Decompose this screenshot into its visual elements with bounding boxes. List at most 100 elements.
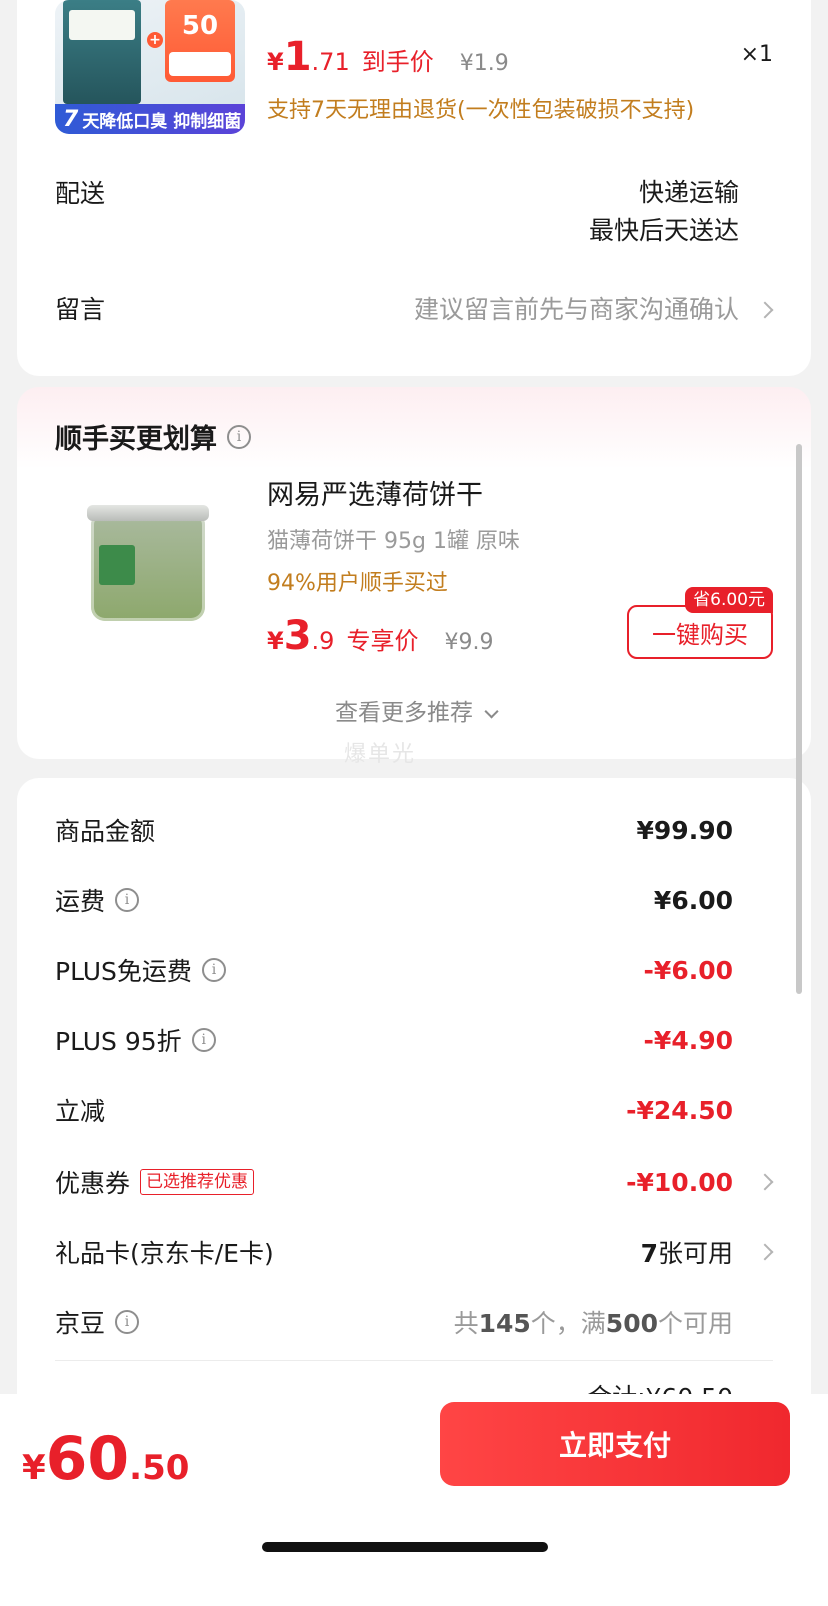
plus-discount-label: PLUS 95折 <box>55 1027 182 1056</box>
delivery-method: 快递运输 <box>638 178 739 207</box>
scrollbar[interactable] <box>796 444 802 994</box>
instant-discount-value: -¥24.50 <box>626 1095 733 1125</box>
divider <box>55 1360 773 1361</box>
info-icon[interactable]: i <box>191 1028 216 1052</box>
product-price-row: ¥ 1 .71 到手价 ¥1.9 <box>267 34 509 84</box>
shipping-value: ¥6.00 <box>653 885 733 915</box>
chevron-right-icon[interactable] <box>756 1173 774 1191</box>
instant-discount-label: 立减 <box>55 1097 106 1126</box>
plus-discount-value: -¥4.90 <box>643 1025 733 1055</box>
product-thumbnail[interactable]: + 50 7 天降低口臭 抑制细菌 <box>55 0 245 134</box>
jd-beans-label: 京豆 <box>55 1309 106 1338</box>
checkout-bar: ¥ 60 .50 立即支付 <box>0 1394 828 1606</box>
rec-price-currency: ¥ <box>267 627 284 655</box>
plus-free-shipping-label: PLUS免运费 <box>55 957 192 986</box>
summary-row-plus-discount: PLUS 95折 i -¥4.90 <box>17 1020 811 1060</box>
chevron-right-icon[interactable] <box>756 1243 774 1261</box>
coupon-sub-label <box>169 52 231 76</box>
recommend-buyers-stat: 94%用户顺手买过 <box>267 571 448 596</box>
plus-icon: + <box>147 32 163 48</box>
view-more-label: 查看更多推荐 <box>335 700 473 726</box>
delivery-info: 快递运输 最快后天送达 <box>589 174 739 250</box>
gift-card-available-text: 张可用 <box>657 1239 733 1268</box>
summary-row-gift-card[interactable]: 礼品卡(京东卡/E卡) 7张可用 <box>17 1232 811 1272</box>
gift-card-count: 7 <box>640 1239 658 1268</box>
summary-label: 京豆 i <box>55 1304 140 1340</box>
watermark-text: 爆单光 <box>344 742 417 767</box>
original-price: ¥1.9 <box>459 51 509 76</box>
price-currency: ¥ <box>267 48 284 76</box>
summary-row-coupon[interactable]: 优惠券 已选推荐优惠 -¥10.00 <box>17 1162 811 1202</box>
total-currency: ¥ <box>22 1448 46 1488</box>
info-icon[interactable]: i <box>115 1310 140 1334</box>
price-tag-label: 到手价 <box>361 48 434 76</box>
total-price: ¥ 60 .50 <box>22 1424 189 1494</box>
pay-now-button[interactable]: 立即支付 <box>440 1402 790 1486</box>
rec-price-decimal: .9 <box>311 627 335 655</box>
order-item-card: + 50 7 天降低口臭 抑制细菌 ¥ 1 .71 到手价 ¥1.9 ×1 支持… <box>17 0 811 376</box>
promo-strip-text: 天降低口臭 抑制细菌 <box>82 111 242 132</box>
return-policy: 支持7天无理由退货(一次性包装破损不支持) <box>267 98 695 123</box>
recommend-title: 顺手买更划算 i <box>55 417 251 456</box>
summary-row-jd-beans: 京豆 i 共145个，满500个可用 <box>17 1302 811 1342</box>
chevron-down-icon <box>484 704 499 719</box>
coupon-label: 优惠券 <box>55 1169 131 1198</box>
recommend-product-image[interactable] <box>55 475 241 661</box>
jar-lid <box>87 505 209 521</box>
summary-label: 商品金额 <box>55 812 155 848</box>
info-icon[interactable]: i <box>227 424 251 449</box>
recommend-title-text: 顺手买更划算 <box>55 424 217 455</box>
home-indicator[interactable] <box>262 1542 548 1552</box>
jd-beans-post: 个可用 <box>657 1309 733 1338</box>
recommended-coupon-tag: 已选推荐优惠 <box>140 1169 255 1195</box>
goods-amount-value: ¥99.90 <box>636 815 733 845</box>
price-summary-card: 商品金额 ¥99.90 运费 i ¥6.00 PLUS免运费 i -¥6.00 … <box>17 778 811 1478</box>
total-decimal: .50 <box>129 1448 190 1488</box>
summary-label: PLUS免运费 i <box>55 952 226 988</box>
product-promo-strip: 7 天降低口臭 抑制细菌 <box>55 104 245 134</box>
info-icon[interactable]: i <box>201 958 226 982</box>
summary-label: 运费 i <box>55 882 140 918</box>
quantity-label: ×1 <box>740 42 773 67</box>
chevron-right-icon[interactable] <box>756 301 774 319</box>
jd-beans-value: 共145个，满500个可用 <box>454 1304 733 1340</box>
jd-beans-mid: 个，满 <box>530 1309 606 1338</box>
jd-beans-threshold: 500 <box>605 1309 658 1338</box>
summary-row-plus-free-shipping: PLUS免运费 i -¥6.00 <box>17 950 811 990</box>
message-label: 留言 <box>55 295 106 324</box>
price-decimal: .71 <box>311 48 350 76</box>
gift-card-value: 7张可用 <box>641 1234 733 1270</box>
coupon-amount: 50 <box>181 11 219 41</box>
summary-row-shipping: 运费 i ¥6.00 <box>17 880 811 920</box>
jd-beans-count: 145 <box>478 1309 531 1338</box>
summary-label: 立减 <box>55 1092 105 1128</box>
gift-card-label: 礼品卡(京东卡/E卡) <box>55 1239 274 1268</box>
recommend-price-row: ¥ 3 .9 专享价 ¥9.9 <box>267 613 493 659</box>
recommend-product-name[interactable]: 网易严选薄荷饼干 <box>267 473 483 512</box>
message-input[interactable]: 建议留言前先与商家沟通确认 <box>414 290 739 326</box>
summary-label: PLUS 95折 i <box>55 1022 216 1058</box>
recommend-product-spec: 猫薄荷饼干 95g 1罐 原味 <box>267 529 520 554</box>
product-bag-label <box>69 10 135 40</box>
summary-label: 礼品卡(京东卡/E卡) <box>55 1234 274 1270</box>
rec-original-price: ¥9.9 <box>444 630 494 655</box>
jar-label <box>99 545 135 585</box>
total-integer: 60 <box>45 1424 130 1494</box>
promo-strip-number: 7 <box>63 106 79 132</box>
rec-price-integer: 3 <box>283 613 312 659</box>
rec-price-tag: 专享价 <box>346 627 419 655</box>
plus-free-shipping-value: -¥6.00 <box>643 955 733 985</box>
summary-row-goods: 商品金额 ¥99.90 <box>17 810 811 850</box>
jd-beans-pre: 共 <box>453 1309 479 1338</box>
info-icon[interactable]: i <box>115 888 140 912</box>
summary-row-instant-discount: 立减 -¥24.50 <box>17 1090 811 1130</box>
price-integer: 1 <box>283 34 312 80</box>
one-click-buy-button[interactable]: 一键购买 <box>627 605 773 659</box>
delivery-eta: 最快后天送达 <box>588 216 739 245</box>
coupon-value: -¥10.00 <box>626 1167 733 1197</box>
save-badge: 省6.00元 <box>685 587 773 613</box>
coupon-graphic: 50 <box>165 0 235 82</box>
recommend-card: 顺手买更划算 i 网易严选薄荷饼干 猫薄荷饼干 95g 1罐 原味 94%用户顺… <box>17 387 811 759</box>
delivery-label: 配送 <box>55 179 106 208</box>
view-more-recommendations[interactable]: 查看更多推荐 <box>17 693 811 727</box>
